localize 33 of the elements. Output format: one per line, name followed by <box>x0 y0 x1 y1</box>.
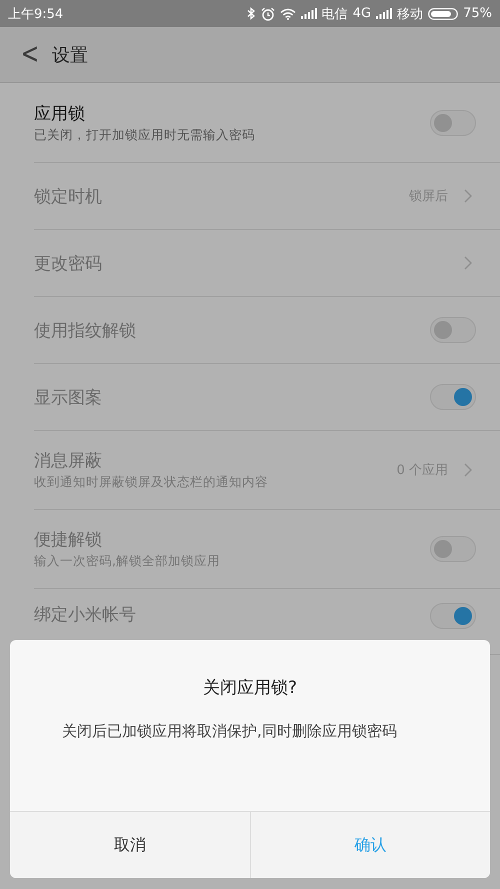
setting-description: 收到通知时屏蔽锁屏及状态栏的通知内容 <box>34 474 269 491</box>
confirm-button[interactable]: 确认 <box>250 812 490 878</box>
setting-title: 使用指纹解锁 <box>34 320 137 342</box>
dialog-message: 关闭后已加锁应用将取消保护,同时删除应用锁密码 <box>62 721 398 742</box>
setting-title: 锁定时机 <box>34 186 103 208</box>
network-type: 4G <box>352 6 372 21</box>
wifi-icon <box>280 8 296 20</box>
cancel-button[interactable]: 取消 <box>10 812 250 878</box>
setting-title: 便捷解锁 <box>34 529 103 551</box>
battery-icon <box>428 8 458 20</box>
alarm-icon <box>260 6 275 20</box>
setting-title: 应用锁 <box>34 102 86 124</box>
setting-description: 输入一次密码,解锁全部加锁应用 <box>34 553 221 570</box>
status-time: 上午9:54 <box>8 6 64 22</box>
setting-title: 更改密码 <box>34 252 103 274</box>
setting-title: 绑定小米帐号 <box>34 604 137 626</box>
chevron-right-icon <box>464 463 472 477</box>
signal-icon <box>376 8 392 19</box>
page-title: 设置 <box>52 44 88 66</box>
dialog-title: 关闭应用锁? <box>202 677 298 699</box>
signal-icon <box>300 8 317 19</box>
chevron-right-icon <box>464 189 472 203</box>
bluetooth-icon <box>246 7 256 20</box>
setting-title: 消息屏蔽 <box>34 450 103 472</box>
carrier-name: 电信 <box>322 6 348 22</box>
chevron-right-icon <box>464 256 472 270</box>
setting-description: 已关闭，打开加锁应用时无需输入密码 <box>34 126 256 144</box>
setting-row[interactable]: 应用锁 已关闭，打开加锁应用时无需输入密码 <box>34 83 500 163</box>
battery-percent: 75% <box>463 6 492 21</box>
toggle-switch[interactable] <box>430 110 476 136</box>
back-button[interactable]: < <box>0 38 42 71</box>
setting-title: 显示图案 <box>34 386 103 408</box>
carrier-name: 移动 <box>397 6 424 22</box>
